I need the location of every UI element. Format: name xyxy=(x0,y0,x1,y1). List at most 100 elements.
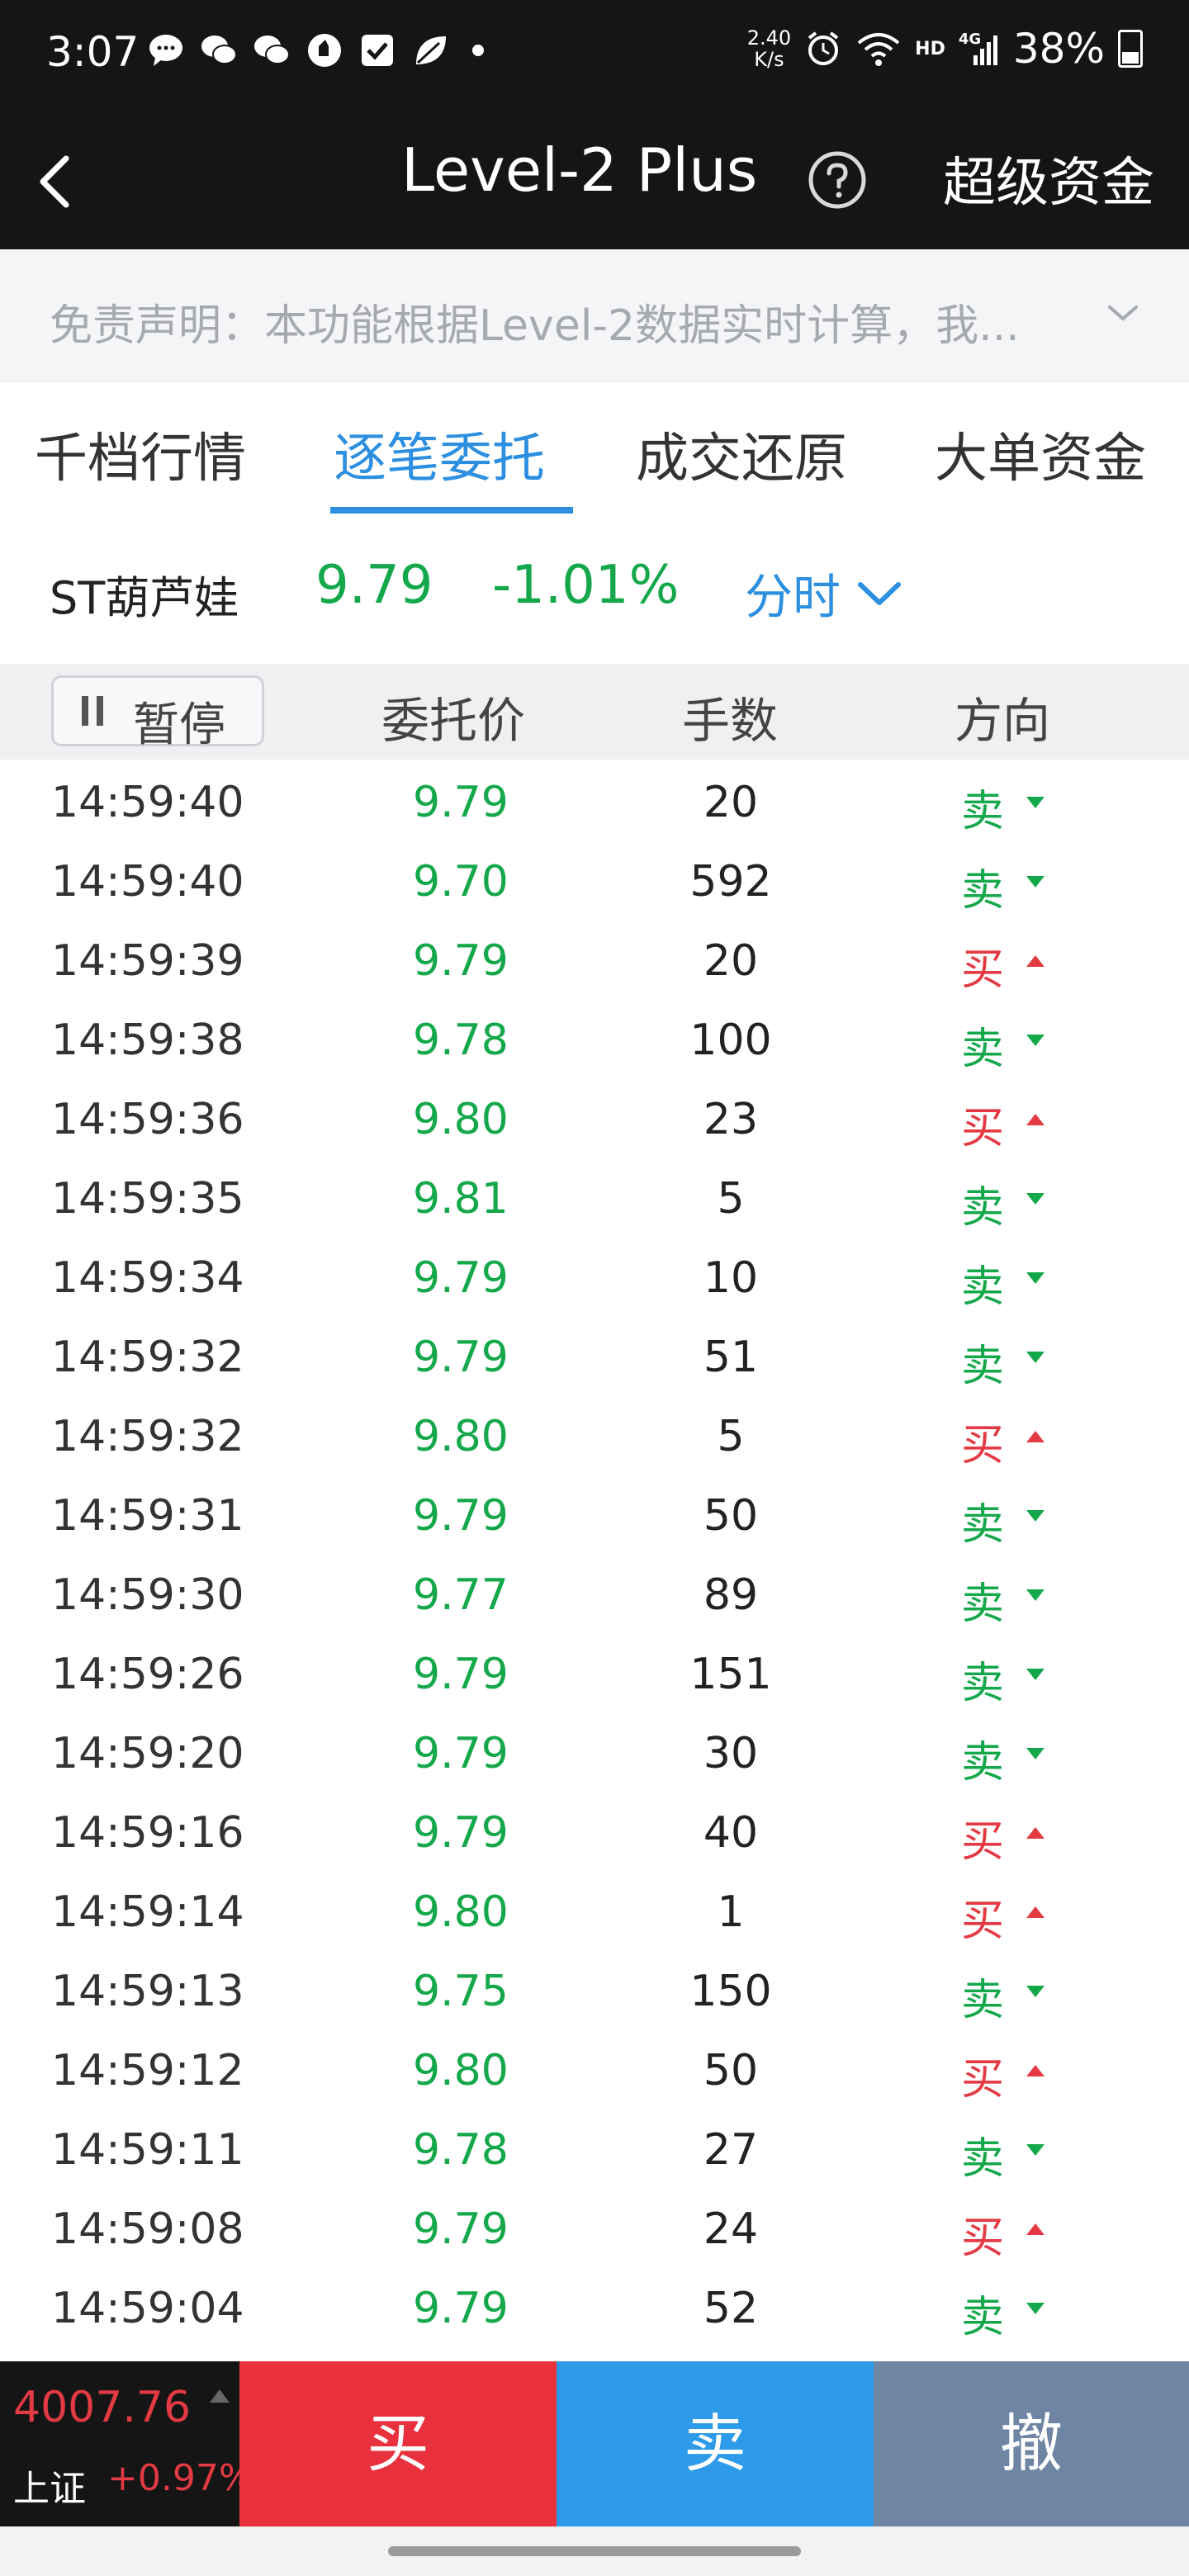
order-direction: 卖 xyxy=(961,1183,1005,1233)
table-row: 14:59:32 9.80 5 买 xyxy=(0,1394,1189,1473)
index-change: +0.97% xyxy=(107,2457,253,2499)
notification-icons xyxy=(145,30,484,71)
table-row: 14:59:36 9.80 23 买 xyxy=(0,1077,1189,1156)
order-direction: 卖 xyxy=(961,1738,1005,1788)
order-time: 14:59:04 xyxy=(51,2284,244,2333)
pause-label: 暂停 xyxy=(133,698,225,752)
order-price: 9.78 xyxy=(413,1016,509,1065)
stock-change-pct: -1.01% xyxy=(492,555,680,616)
triangle-down-icon xyxy=(1026,1669,1045,1680)
tab-large-order-funds[interactable]: 大单资金 xyxy=(935,416,1146,492)
order-price: 9.77 xyxy=(413,1570,509,1620)
signal-bars-icon xyxy=(973,36,997,65)
tab-trade-restore[interactable]: 成交还原 xyxy=(636,416,847,492)
order-qty: 24 xyxy=(703,2204,759,2254)
table-row: 14:59:38 9.78 100 卖 xyxy=(0,997,1189,1077)
page-title: Level-2 Plus xyxy=(401,135,758,205)
index-panel[interactable]: 4007.76 上证 +0.97% xyxy=(0,2361,253,2526)
order-qty: 20 xyxy=(703,778,759,827)
order-qty: 1 xyxy=(717,1887,745,1937)
order-direction: 卖 xyxy=(961,1342,1005,1391)
pause-icon xyxy=(82,696,103,726)
order-direction: 卖 xyxy=(961,1579,1005,1629)
pause-button[interactable]: 暂停 xyxy=(51,675,264,752)
buy-button[interactable]: 买 xyxy=(239,2361,557,2526)
order-price: 9.79 xyxy=(413,1491,509,1541)
order-list[interactable]: 14:59:40 9.79 20 卖 14:59:40 9.70 592 卖 14:59:39 9… xyxy=(0,760,1189,2345)
order-price: 9.80 xyxy=(413,2046,509,2095)
order-price: 9.79 xyxy=(413,2204,509,2254)
wechat-icon xyxy=(201,36,237,64)
triangle-up-icon xyxy=(1026,1906,1045,1918)
wechat-icon xyxy=(254,36,290,64)
cancel-order-button[interactable]: 撤 xyxy=(874,2361,1189,2526)
order-qty: 20 xyxy=(703,936,759,986)
tab-order-book[interactable]: 千档行情 xyxy=(35,416,246,492)
order-qty: 89 xyxy=(703,1570,759,1620)
order-direction: 卖 xyxy=(961,1500,1005,1550)
table-row: 14:59:39 9.79 20 买 xyxy=(0,918,1189,997)
order-qty: 27 xyxy=(703,2125,759,2175)
index-value: 4007.76 xyxy=(13,2383,192,2432)
order-price: 9.75 xyxy=(413,1967,509,2016)
back-icon[interactable] xyxy=(25,149,83,215)
column-header-qty: 手数 xyxy=(682,693,779,749)
sell-button[interactable]: 卖 xyxy=(557,2361,874,2526)
triangle-up-icon xyxy=(1026,1114,1045,1125)
net-speed-unit: K/s xyxy=(754,48,784,71)
triangle-down-icon xyxy=(1026,876,1045,888)
order-price: 9.79 xyxy=(413,1650,509,1699)
timeframe-dropdown[interactable]: 分时 xyxy=(745,558,903,627)
order-direction: 卖 xyxy=(961,1976,1005,2025)
leaf-icon xyxy=(416,36,446,64)
super-funds-link[interactable]: 超级资金 xyxy=(943,140,1154,216)
table-row: 14:59:12 9.80 50 买 xyxy=(0,2028,1189,2107)
order-qty: 5 xyxy=(717,1174,745,1224)
stock-price: 9.79 xyxy=(315,555,433,616)
order-time: 14:59:39 xyxy=(51,936,244,986)
order-time: 14:59:35 xyxy=(51,1174,244,1224)
buy-label: 买 xyxy=(367,2407,429,2480)
order-direction: 卖 xyxy=(961,1659,1005,1708)
more-notifications-dot xyxy=(472,45,484,56)
tab-order-by-order[interactable]: 逐笔委托 xyxy=(334,416,545,492)
order-direction: 买 xyxy=(961,1896,1005,1946)
timeframe-label: 分时 xyxy=(745,569,841,625)
gesture-bar xyxy=(0,2526,1189,2576)
triangle-down-icon xyxy=(1026,1986,1045,1997)
order-qty: 52 xyxy=(703,2284,759,2333)
order-time: 14:59:13 xyxy=(51,1967,244,2016)
order-direction: 买 xyxy=(961,945,1005,995)
signal-icon: 4G xyxy=(959,31,1000,67)
order-time: 14:59:12 xyxy=(51,2046,244,2095)
order-price: 9.79 xyxy=(413,778,509,827)
tab-bar: 千档行情 逐笔委托 成交还原 大单资金 xyxy=(0,383,1189,517)
order-direction: 买 xyxy=(961,2214,1005,2263)
disclaimer-bar[interactable]: 免责声明：本功能根据Level-2数据实时计算，我... xyxy=(0,249,1189,383)
order-direction: 卖 xyxy=(961,787,1005,836)
table-row: 14:59:30 9.77 89 卖 xyxy=(0,1552,1189,1631)
help-icon[interactable] xyxy=(808,150,867,210)
table-row: 14:59:35 9.81 5 卖 xyxy=(0,1156,1189,1235)
order-price: 9.79 xyxy=(413,1333,509,1382)
table-row: 14:59:16 9.79 40 买 xyxy=(0,1790,1189,1869)
table-row: 14:59:11 9.78 27 卖 xyxy=(0,2107,1189,2186)
triangle-down-icon xyxy=(1026,1272,1045,1284)
status-bar: 3:07 2.40 K/s HD 4G 38% xyxy=(0,0,1189,116)
nav-bar: Level-2 Plus 超级资金 xyxy=(0,116,1189,249)
column-header-direction: 方向 xyxy=(955,693,1051,749)
order-time: 14:59:38 xyxy=(51,1016,244,1065)
message-icon xyxy=(149,35,182,66)
order-price: 9.78 xyxy=(413,2125,509,2175)
triangle-up-icon xyxy=(1026,955,1045,967)
table-row: 14:59:08 9.79 24 买 xyxy=(0,2186,1189,2266)
table-row: 14:59:32 9.79 51 卖 xyxy=(0,1314,1189,1394)
app-icon xyxy=(308,34,341,67)
triangle-up-icon xyxy=(1026,1431,1045,1442)
home-indicator[interactable] xyxy=(388,2546,801,2556)
order-direction: 卖 xyxy=(961,1262,1005,1312)
table-row: 14:59:04 9.79 52 卖 xyxy=(0,2266,1189,2345)
chevron-down-icon[interactable] xyxy=(1105,301,1141,325)
bottom-action-bar: 4007.76 上证 +0.97% 买 卖 撤 xyxy=(0,2361,1189,2526)
order-price: 9.81 xyxy=(413,1174,509,1224)
